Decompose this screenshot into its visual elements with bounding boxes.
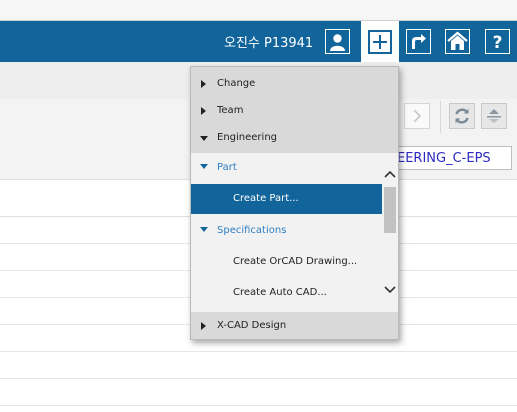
caret-down-icon xyxy=(200,136,208,141)
scroll-up-button[interactable] xyxy=(382,165,398,183)
menu-item-label: Engineering xyxy=(217,132,277,143)
create-new-button[interactable] xyxy=(361,21,399,63)
sort-button[interactable] xyxy=(481,103,507,129)
menu-item-change[interactable]: Change xyxy=(191,71,398,98)
scroll-down-button[interactable] xyxy=(382,281,398,299)
app-header: 오진수 P13941 ? xyxy=(0,20,517,63)
menu-item-label: Change xyxy=(217,78,256,89)
menu-item-label: Create Auto CAD... xyxy=(233,287,327,298)
user-name-label: 오진수 P13941 xyxy=(224,36,314,51)
help-icon: ? xyxy=(493,33,503,51)
caret-right-icon xyxy=(201,107,206,115)
menu-item-x-cad-design[interactable]: X-CAD Design xyxy=(191,313,398,339)
menu-item-label: Team xyxy=(217,105,244,116)
caret-down-icon xyxy=(200,164,208,169)
caret-down-icon xyxy=(200,227,208,232)
context-field[interactable]: EERING_C-EPS xyxy=(384,146,512,170)
create-dropdown-menu: Change Team Engineering Part Create Part… xyxy=(190,66,399,340)
section-header-label: Specifications xyxy=(217,225,287,236)
chevron-up-icon xyxy=(384,170,396,178)
browser-top-strip xyxy=(0,0,517,20)
table-row[interactable] xyxy=(0,352,517,379)
menu-item-team[interactable]: Team xyxy=(191,98,398,125)
submenu-scrollbar[interactable] xyxy=(382,153,398,312)
plus-icon xyxy=(373,35,387,49)
section-header-label: Part xyxy=(217,162,237,173)
menu-item-create-auto-cad[interactable]: Create Auto CAD... xyxy=(191,278,382,308)
user-profile-button[interactable] xyxy=(325,29,350,54)
caret-right-icon xyxy=(201,80,206,88)
menu-item-label: X-CAD Design xyxy=(217,320,287,331)
refresh-button[interactable] xyxy=(449,103,475,129)
user-icon xyxy=(330,34,345,51)
table-row[interactable] xyxy=(0,379,517,406)
svg-text:?: ? xyxy=(493,33,503,51)
menu-item-create-part[interactable]: Create Part... xyxy=(191,184,382,214)
home-icon xyxy=(447,31,468,50)
chevron-right-icon xyxy=(413,109,422,123)
engineering-submenu: Part Create Part... Specifications Creat… xyxy=(191,153,398,312)
help-button[interactable]: ? xyxy=(485,29,510,54)
menu-item-engineering[interactable]: Engineering xyxy=(191,125,398,152)
home-button[interactable] xyxy=(445,29,470,54)
section-header-specifications[interactable]: Specifications xyxy=(191,216,382,246)
next-page-button[interactable] xyxy=(404,103,430,129)
caret-right-icon xyxy=(201,322,206,330)
refresh-icon xyxy=(455,108,469,124)
chevron-down-icon xyxy=(384,286,396,294)
sort-icon xyxy=(487,109,501,123)
section-header-part[interactable]: Part xyxy=(191,153,382,183)
menu-item-label: Create Part... xyxy=(233,193,299,204)
menu-item-create-orcad-drawing[interactable]: Create OrCAD Drawing... xyxy=(191,247,382,277)
scrollbar-thumb[interactable] xyxy=(384,187,396,233)
menu-item-label: Create OrCAD Drawing... xyxy=(233,256,358,267)
share-button[interactable] xyxy=(406,29,431,54)
share-arrow-icon xyxy=(412,34,426,49)
toolbar-divider xyxy=(440,101,441,133)
